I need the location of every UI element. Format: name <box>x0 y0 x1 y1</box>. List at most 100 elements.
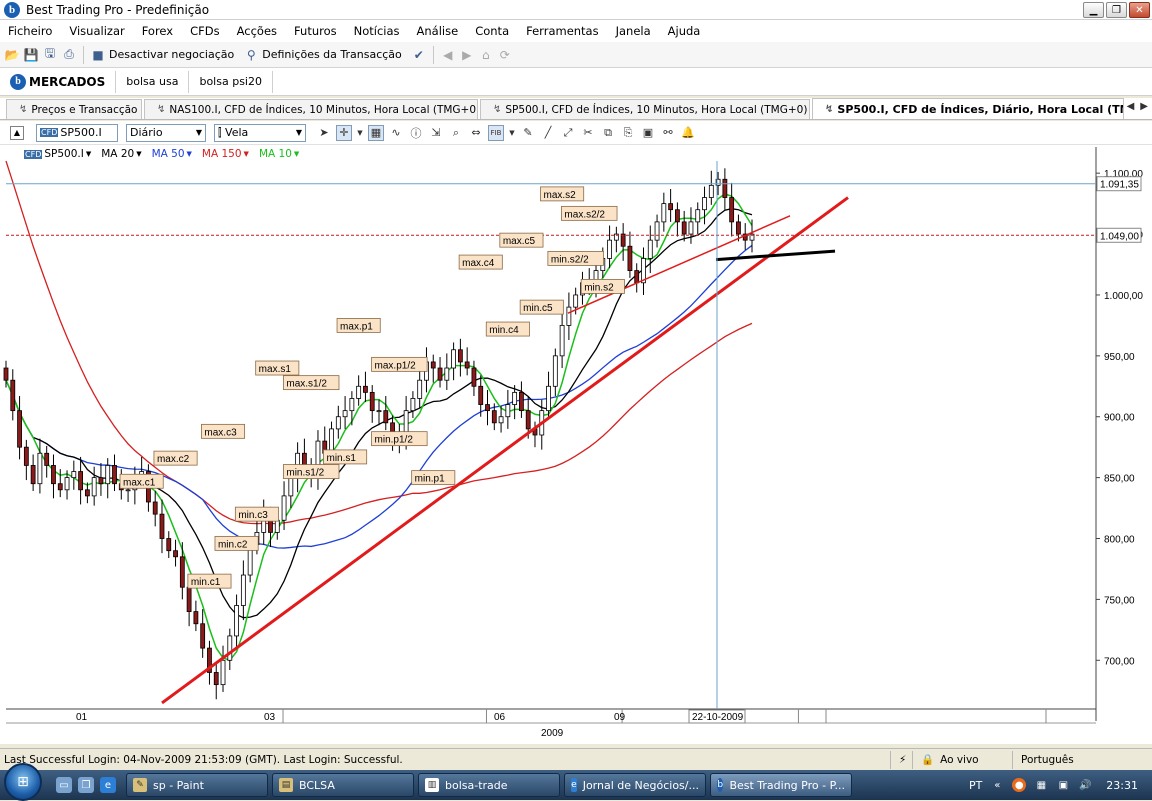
open-icon[interactable]: 📂 <box>4 47 20 63</box>
show-desktop-icon[interactable]: ▭ <box>56 777 72 793</box>
alert-bell-icon[interactable]: 🔔 <box>680 125 696 141</box>
tab-nas100-10min[interactable]: ↯ NAS100.I, CFD de Índices, 10 Minutos, … <box>144 99 478 119</box>
chart-style-select[interactable]: ⫿ Vela ▼ <box>214 123 306 142</box>
menu-visualizar[interactable]: Visualizar <box>69 24 124 38</box>
candle-body <box>519 391 524 412</box>
tray-expand-icon[interactable]: « <box>990 778 1004 792</box>
minimize-button[interactable]: ▁ <box>1083 2 1104 18</box>
menu-ferramentas[interactable]: Ferramentas <box>526 24 598 38</box>
start-button[interactable]: ⊞ <box>4 763 42 801</box>
zoom-icon[interactable]: ⌕ <box>448 125 464 141</box>
taskbar-bolsa-trade[interactable]: ▥ bolsa-trade <box>418 773 560 797</box>
menu-futuros[interactable]: Futuros <box>294 24 337 38</box>
menu-analise[interactable]: Análise <box>417 24 459 38</box>
clock[interactable]: 23:31 <box>1106 779 1138 792</box>
link-icon[interactable]: ⚯ <box>660 125 676 141</box>
language-status[interactable]: Português <box>1012 750 1136 769</box>
chevron-down-icon: ▼ <box>293 150 300 158</box>
tab-sp500-10min[interactable]: ↯ SP500.I, CFD de Índices, 10 Minutos, H… <box>480 99 810 119</box>
tab-scroll-left-icon[interactable]: ◀ <box>1127 101 1135 112</box>
candle-body <box>647 239 653 259</box>
legend-ma20[interactable]: MA 20 ▼ <box>101 148 141 160</box>
candle-body <box>301 452 307 466</box>
scissors-icon[interactable]: ✂ <box>580 125 596 141</box>
crosshair-icon[interactable]: ✛ <box>336 124 352 141</box>
draw-icon[interactable]: ✎ <box>520 125 536 141</box>
legend-ma150[interactable]: MA 150 ▼ <box>202 148 249 160</box>
menu-ajuda[interactable]: Ajuda <box>668 24 701 38</box>
info-icon[interactable]: ⓘ <box>408 125 424 141</box>
chevron-down-icon: ▼ <box>186 150 192 158</box>
chevron-down-icon[interactable]: ▼ <box>508 125 516 141</box>
network-icon[interactable]: ▦ <box>1034 778 1048 792</box>
deactivate-trading-button[interactable]: Desactivar negociação <box>109 48 234 61</box>
tab-precos-transaccao[interactable]: ↯ Preços e Transacção <box>6 99 142 119</box>
zoom-out-icon[interactable]: ⇲ <box>428 125 444 141</box>
taskbar-best-trading[interactable]: b Best Trading Pro - P... <box>710 773 852 797</box>
language-indicator[interactable]: PT <box>969 779 982 792</box>
symbol-field[interactable]: CFD SP500.I <box>36 123 118 142</box>
fibonacci-icon[interactable]: FIB <box>488 124 504 141</box>
template-icon[interactable]: ▣ <box>640 125 656 141</box>
timeframe-select[interactable]: Diário ▼ <box>126 123 206 142</box>
collapse-button[interactable]: ▲ <box>10 125 24 140</box>
menu-cfds[interactable]: CFDs <box>190 24 220 38</box>
indicator-icon[interactable]: ∿ <box>388 125 404 141</box>
menu-janela[interactable]: Janela <box>616 24 651 38</box>
pointer-icon[interactable]: ➤ <box>316 125 332 141</box>
tab-bolsa-psi20[interactable]: bolsa psi20 <box>189 70 273 93</box>
restore-button[interactable]: ❐ <box>1106 2 1127 18</box>
fit-icon[interactable]: ⇔ <box>468 125 484 141</box>
home-icon[interactable]: ⌂ <box>478 47 494 63</box>
save-icon[interactable]: 💾 <box>23 47 39 63</box>
legend-ma10[interactable]: MA 10 ▼ <box>259 148 299 160</box>
paste-icon[interactable]: ⎘ <box>620 125 636 141</box>
antivirus-icon[interactable]: ▣ <box>1056 778 1070 792</box>
chevron-down-icon[interactable]: ▼ <box>356 125 364 141</box>
refresh-icon[interactable]: ⟳ <box>497 47 513 63</box>
annotation-label: max.s2/2 <box>564 209 605 220</box>
volume-icon[interactable]: 🔊 <box>1078 778 1092 792</box>
candle-body <box>552 355 558 387</box>
tab-bolsa-usa[interactable]: bolsa usa <box>116 70 190 93</box>
close-button[interactable]: ✕ <box>1129 2 1150 18</box>
deactivate-trading-icon[interactable]: ■ <box>90 47 106 63</box>
menu-accoes[interactable]: Acções <box>237 24 277 38</box>
internet-explorer-icon[interactable]: e <box>100 777 116 793</box>
candle-body <box>234 605 239 637</box>
legend-ma50[interactable]: MA 50 ▼ <box>152 148 192 160</box>
tab-sp500-daily[interactable]: ↯ SP500.I, CFD de Índices, Diário, Hora … <box>812 98 1124 119</box>
grid-icon[interactable]: ▦ <box>368 124 384 141</box>
expand-icon[interactable]: ⤢ <box>560 125 576 141</box>
print-icon[interactable]: ⎙ <box>61 47 77 63</box>
chart-canvas[interactable]: 700,00 750,00 800,00 850,00 900,00 950,00 1.00… <box>0 145 1152 744</box>
legend-symbol[interactable]: CFD SP500.I ▼ <box>24 148 91 160</box>
tab-mercados[interactable]: b MERCADOS <box>0 70 117 93</box>
chevron-down-icon: ▼ <box>295 128 302 137</box>
menu-conta[interactable]: Conta <box>475 24 509 38</box>
markets-logo-icon: b <box>10 73 26 90</box>
switch-windows-icon[interactable]: ❐ <box>78 777 94 793</box>
taskbar-paint[interactable]: ✎ sp - Paint <box>126 773 268 797</box>
save-as-icon[interactable]: 🖫 <box>42 46 58 63</box>
menu-bar: Ficheiro Visualizar Forex CFDs Acções Fu… <box>0 20 1152 42</box>
current-price-label: 1.049,00 <box>1100 231 1139 242</box>
check-icon[interactable]: ✔ <box>411 47 427 63</box>
taskbar-bclsa[interactable]: ▤ BCLSA <box>272 773 414 797</box>
menu-forex[interactable]: Forex <box>142 24 173 38</box>
menu-noticias[interactable]: Notícias <box>354 24 400 38</box>
x-tick-label: 03 <box>264 712 276 723</box>
connection-icon[interactable]: ⚡ <box>890 750 912 769</box>
copy-icon[interactable]: ⧉ <box>600 125 616 141</box>
taskbar-jornal[interactable]: e Jornal de Negócios/... <box>564 773 706 797</box>
settings-icon[interactable]: ⚲ <box>243 47 259 63</box>
forward-icon[interactable]: ▶ <box>459 47 475 63</box>
line-icon[interactable]: ╱ <box>540 125 556 141</box>
candle-body <box>722 178 728 198</box>
transaction-settings-button[interactable]: Definições da Transacção <box>262 48 402 61</box>
firefox-icon[interactable]: ● <box>1012 778 1027 792</box>
price-chart[interactable]: CFD SP500.I ▼ MA 20 ▼ MA 50 ▼ MA 150 ▼ M… <box>0 145 1152 744</box>
back-icon[interactable]: ◀ <box>440 47 456 63</box>
menu-ficheiro[interactable]: Ficheiro <box>8 24 52 38</box>
tab-scroll-right-icon[interactable]: ▶ <box>1140 101 1148 112</box>
